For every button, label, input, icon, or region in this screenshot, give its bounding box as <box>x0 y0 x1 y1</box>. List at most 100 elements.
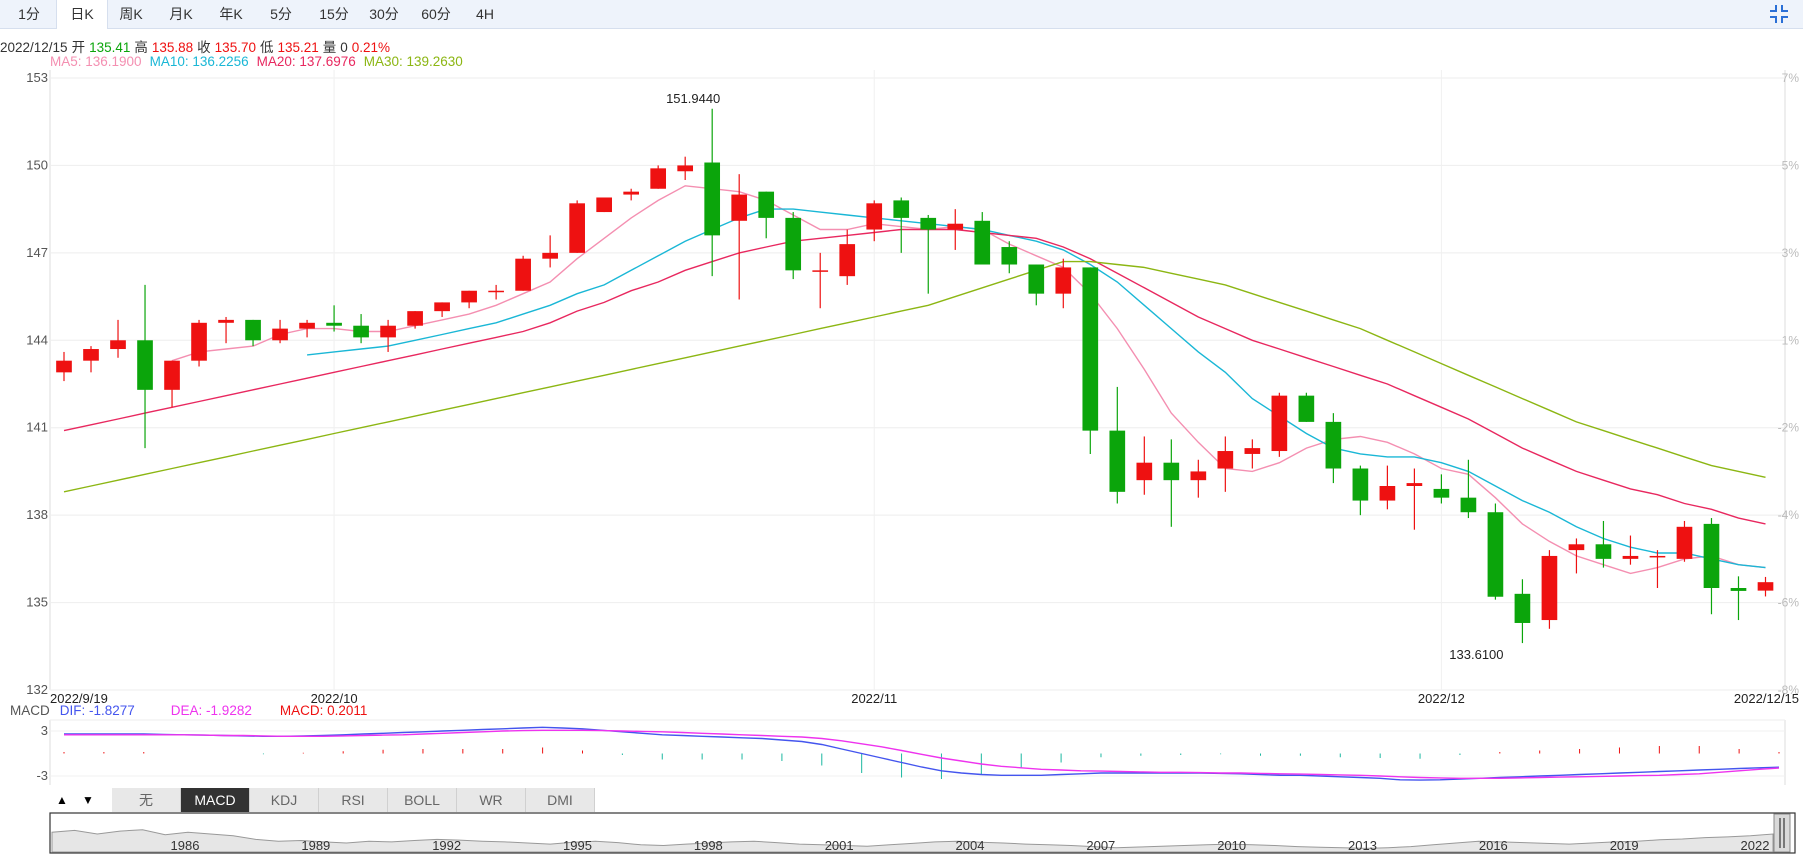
candle-body <box>947 223 964 230</box>
pct-tick-label: 5% <box>1782 158 1800 172</box>
candle <box>1055 258 1072 309</box>
candle-body <box>1460 497 1477 513</box>
candle <box>515 255 531 291</box>
ma5-legend: MA5: 136.1900 <box>50 54 142 69</box>
collapse-down-icon[interactable]: ▼ <box>76 788 100 812</box>
indicator-tab-dmi[interactable]: DMI <box>526 788 595 812</box>
ma-line-ma20 <box>63 228 1766 525</box>
candle-body <box>542 252 558 259</box>
candle-body <box>1514 593 1531 623</box>
candle <box>1649 550 1666 588</box>
candle <box>677 156 694 180</box>
candle-body <box>839 244 856 277</box>
y-tick-label: 153 <box>26 70 48 85</box>
tab-30min[interactable]: 30分 <box>356 0 412 28</box>
candle-body <box>1379 486 1396 501</box>
candle <box>1217 436 1234 492</box>
navigator-year-label: 2007 <box>1086 838 1115 853</box>
indicator-tab-kdj[interactable]: KDJ <box>250 788 319 812</box>
tab-4h[interactable]: 4H <box>460 0 510 28</box>
candle <box>461 290 477 309</box>
dif-legend: DIF: -1.8277 <box>59 703 135 718</box>
candle-body <box>1298 395 1315 422</box>
indicator-tab-macd[interactable]: MACD <box>181 788 250 812</box>
ma10-legend: MA10: 136.2256 <box>149 54 249 69</box>
candle-body <box>1136 462 1153 481</box>
tab-60min[interactable]: 60分 <box>408 0 464 28</box>
x-tick-label: 2022/12/15 <box>1734 691 1799 706</box>
candle <box>542 235 558 268</box>
tab-daily-k[interactable]: 日K <box>56 0 108 29</box>
candle <box>1622 535 1639 565</box>
candle-body <box>866 203 883 230</box>
ma-legend: MA5: 136.1900 MA10: 136.2256 MA20: 137.697… <box>50 54 471 69</box>
candle-body <box>1028 264 1045 294</box>
indicator-tab-boll[interactable]: BOLL <box>388 788 457 812</box>
tab-5min[interactable]: 5分 <box>256 0 306 28</box>
candle-body <box>1676 526 1693 559</box>
indicator-tab-wr[interactable]: WR <box>457 788 526 812</box>
candle <box>1514 579 1531 644</box>
tab-15min[interactable]: 15分 <box>306 0 362 28</box>
indicator-tab-rsi[interactable]: RSI <box>319 788 388 812</box>
candle <box>920 214 937 294</box>
navigator-year-label: 2019 <box>1610 838 1639 853</box>
candle <box>1757 576 1774 597</box>
tab-weekly-k[interactable]: 周K <box>106 0 156 28</box>
candle-body <box>1055 267 1072 294</box>
candle-body <box>704 162 721 236</box>
high-label: 高 <box>134 40 148 55</box>
navigator-year-label: 2001 <box>825 838 854 853</box>
low-value: 135.21 <box>277 40 319 55</box>
expand-up-icon[interactable]: ▲ <box>50 788 74 812</box>
candle-body <box>677 165 694 172</box>
candle <box>407 311 423 329</box>
candle <box>218 316 234 344</box>
candle <box>164 360 180 408</box>
candle-body <box>731 194 748 221</box>
candle <box>245 319 261 347</box>
navigator-year-label: 1998 <box>694 838 723 853</box>
candle <box>1352 465 1369 516</box>
candle <box>137 284 153 449</box>
navigator-year-label: 1992 <box>432 838 461 853</box>
open-value: 135.41 <box>89 40 131 55</box>
candle-body <box>407 311 423 326</box>
exit-fullscreen-icon[interactable] <box>1769 4 1789 24</box>
candle <box>731 174 748 300</box>
navigator-year-label: 1989 <box>301 838 330 853</box>
overview-navigator[interactable]: 1986 1989 1992 1995 1998 2001 2004 2007 2010 2013… <box>0 812 1803 867</box>
candle <box>1325 413 1342 484</box>
candle-body <box>1190 471 1207 481</box>
candle-body <box>1433 488 1450 498</box>
macd-title: MACD <box>10 703 50 718</box>
y-tick-label: 141 <box>26 420 48 435</box>
x-tick-label: 2022/11 <box>851 691 897 706</box>
candle-body <box>380 325 396 338</box>
navigator-year-label: 1986 <box>171 838 200 853</box>
candle-body <box>83 349 99 361</box>
candle-body <box>137 340 153 390</box>
indicator-tab-none[interactable]: 无 <box>112 788 181 812</box>
macd-value-legend: MACD: 0.2011 <box>279 703 368 718</box>
candle <box>1541 550 1558 629</box>
candle-body <box>1109 430 1126 492</box>
tab-yearly-k[interactable]: 年K <box>206 0 256 28</box>
candle <box>812 252 829 309</box>
candle <box>353 314 369 344</box>
x-tick-label: 2022/12 <box>1418 691 1465 706</box>
candle-body <box>434 302 450 312</box>
ohlc-date: 2022/12/15 <box>0 40 68 55</box>
high-value: 135.88 <box>151 40 194 55</box>
dif-line <box>64 726 1780 781</box>
pct-tick-label: -2% <box>1778 421 1800 435</box>
candle-body <box>272 328 288 341</box>
navigator-handle[interactable] <box>1773 813 1791 853</box>
tab-1min[interactable]: 1分 <box>0 0 58 28</box>
pct-tick-label: 3% <box>1782 246 1800 260</box>
tab-monthly-k[interactable]: 月K <box>156 0 206 28</box>
candle-body <box>1703 523 1720 588</box>
period-tab-bar: 1分 日K 周K 月K 年K 5分 15分 30分 60分 4H <box>0 0 1803 29</box>
candle-body <box>1406 483 1423 486</box>
candle-body <box>650 168 667 189</box>
